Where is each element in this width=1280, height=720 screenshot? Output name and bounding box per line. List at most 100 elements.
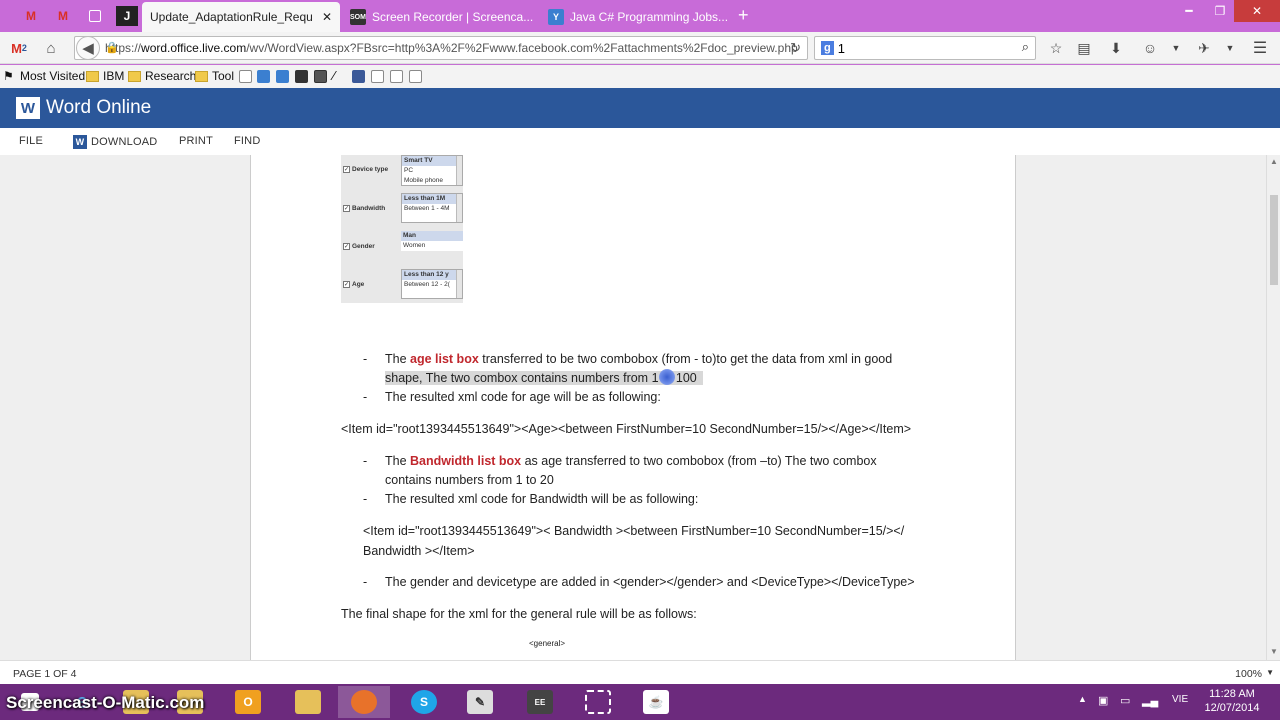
close-window-button[interactable]: ✕ [1234,0,1280,22]
google-search-engine-icon[interactable]: g [821,41,834,55]
listbox-item: Between 12 - 2( [404,281,450,288]
listbox-item: Mobile phone [404,177,444,184]
tray-app-icon[interactable]: ▣ [1098,694,1108,707]
bookmark-folder-tool[interactable]: Tool [195,69,234,83]
bullet-dash: - [363,390,368,404]
search-box[interactable]: g 1 ⌕ [814,36,1036,60]
tray-expand-icon[interactable]: ▲ [1078,694,1087,704]
tab-java-jobs[interactable]: Y Java C# Programming Jobs... [540,2,736,32]
clock-date: 12/07/2014 [1204,702,1260,714]
search-icon[interactable]: ⌕ [1022,39,1029,55]
url-path: /wv/WordView.aspx?FBsrc=http%3A%2F%2Fwww… [246,41,798,55]
bookmark-blank-icon[interactable] [390,70,403,83]
xml-bandwidth-code-line2: Bandwidth ></Item> [363,544,475,558]
taskbar-firefox[interactable] [338,686,390,718]
app-title[interactable]: Word Online [46,97,151,119]
gmail-icon: M [58,9,68,23]
bullet-dash: - [363,575,368,589]
close-tab-icon[interactable]: ✕ [322,10,332,24]
find-button[interactable]: FIND [234,135,260,147]
document-vertical-scrollbar[interactable]: ▲ ▼ [1266,155,1280,660]
addon-dropdown[interactable]: ▼ [1166,39,1186,57]
download-button[interactable]: ⬇ [1106,39,1126,57]
listbox-item: Smart TV [402,156,462,166]
download-button[interactable]: W DOWNLOAD [73,135,157,149]
word-status-bar: PAGE 1 OF 4 100% ▼ [0,660,1280,684]
document-viewport[interactable]: ✓ Device type Smart TV PC Mobile phone ✓… [0,155,1266,660]
zoom-dropdown-icon[interactable]: ▼ [1266,668,1274,677]
blank-pinned-tab[interactable] [84,6,106,26]
minimize-button[interactable]: ━ [1174,0,1204,22]
scroll-up-arrow-icon[interactable]: ▲ [1270,157,1278,166]
print-button[interactable]: PRINT [179,135,213,147]
bookmark-most-visited[interactable]: Most Visited [20,69,85,83]
highlighted-term: Bandwidth list box [410,454,522,468]
gmail-toolbar-button[interactable]: M2 [8,38,30,58]
bookmark-blank-icon[interactable] [239,70,252,83]
tab-word-document[interactable]: Update_AdaptationRule_Requir... ✕ [142,2,340,32]
java-ee-ide-icon: EE [527,690,553,714]
bookmark-label: Most Visited [20,69,86,83]
scrollbar-thumb[interactable] [1270,195,1278,285]
navigation-bar: M2 ⌂ ◀ 🔒 https://word.office.live.com/wv… [0,32,1280,64]
bookmark-facebook-icon[interactable] [352,70,365,83]
extension-button[interactable]: ✈ [1194,39,1214,57]
word-logo-icon[interactable]: W [16,97,40,119]
taskbar-notepad[interactable]: ✎ [454,686,506,718]
back-arrow-icon: ◀ [82,40,94,57]
file-menu-button[interactable]: FILE [19,135,43,147]
highlighted-term: age list box [410,352,479,366]
extension-dropdown[interactable]: ▼ [1220,39,1240,57]
gmail-unread-badge: 2 [21,43,27,53]
text-run: transferred to be two combobox (from - t… [478,352,893,366]
reading-list-button[interactable]: ▤ [1074,39,1094,57]
word-doc-icon: W [73,135,87,149]
bookmark-star-button[interactable]: ☆ [1046,39,1066,57]
tab-screen-recorder[interactable]: SOM Screen Recorder | Screenca... [342,2,538,32]
address-bar[interactable]: 🔒 https://word.office.live.com/wv/WordVi… [74,36,808,60]
chevron-down-icon: ▼ [1225,43,1235,53]
system-clock[interactable]: 11:28 AM 12/07/2014 [1202,687,1262,715]
menu-button[interactable]: ☰ [1250,39,1270,57]
bookmark-label: Research [145,69,197,83]
find-label: FIND [234,135,261,147]
bookmark-bbc-icon[interactable] [295,70,308,83]
taskbar-java[interactable]: ☕ [630,686,682,718]
addon-button[interactable]: ☺ [1140,39,1160,57]
gmail-pinned-tab[interactable]: M [20,6,42,26]
jira-pinned-tab[interactable]: J [116,6,138,26]
tab-label: Update_AdaptationRule_Requir... [150,10,312,24]
taskbar-skype[interactable]: S [398,686,450,718]
bookmark-folder-ibm[interactable]: IBM [86,69,124,83]
zoom-level[interactable]: 100% [1235,668,1262,680]
bookmark-blank-icon[interactable] [371,70,384,83]
final-shape-paragraph: The final shape for the xml for the gene… [341,607,697,621]
listbox-item: Less than 1M [402,194,462,204]
gmail-pinned-tab-2[interactable]: M [52,6,74,26]
home-button[interactable]: ⌂ [40,38,62,58]
bookmark-jobs-icon[interactable] [276,70,289,83]
tray-monitor-icon[interactable]: ▭ [1120,694,1130,707]
reload-icon[interactable]: ↻ [790,40,801,56]
document-page: ✓ Device type Smart TV PC Mobile phone ✓… [250,155,1016,660]
network-signal-icon[interactable]: ▂▄ [1142,694,1158,707]
bookmark-pen-icon[interactable]: ⁄ [333,68,335,83]
screencast-icon: SOM [350,9,366,25]
back-button[interactable]: ◀ [76,36,100,60]
taskbar-snipping[interactable] [572,686,624,718]
xml-general-code: <general> [529,639,566,648]
scroll-down-arrow-icon[interactable]: ▼ [1270,647,1278,656]
restore-button[interactable]: ❐ [1205,0,1235,22]
bookmark-jobs-icon[interactable] [257,70,270,83]
new-tab-button[interactable]: + [738,5,749,26]
bookmark-app-icon[interactable] [314,70,327,83]
plus-icon: + [738,5,749,25]
bullet-age-line2-selected: shape, The two combox contains numbers f… [385,371,703,385]
taskbar-netbeans[interactable]: EE [514,686,566,718]
input-language[interactable]: VIE [1172,694,1188,705]
bullet-dash: - [363,454,368,468]
bookmark-folder-research[interactable]: Research [128,69,196,83]
taskbar-outlook[interactable]: O [222,686,274,718]
bookmark-blank-icon[interactable] [409,70,422,83]
taskbar-explorer[interactable] [282,686,334,718]
